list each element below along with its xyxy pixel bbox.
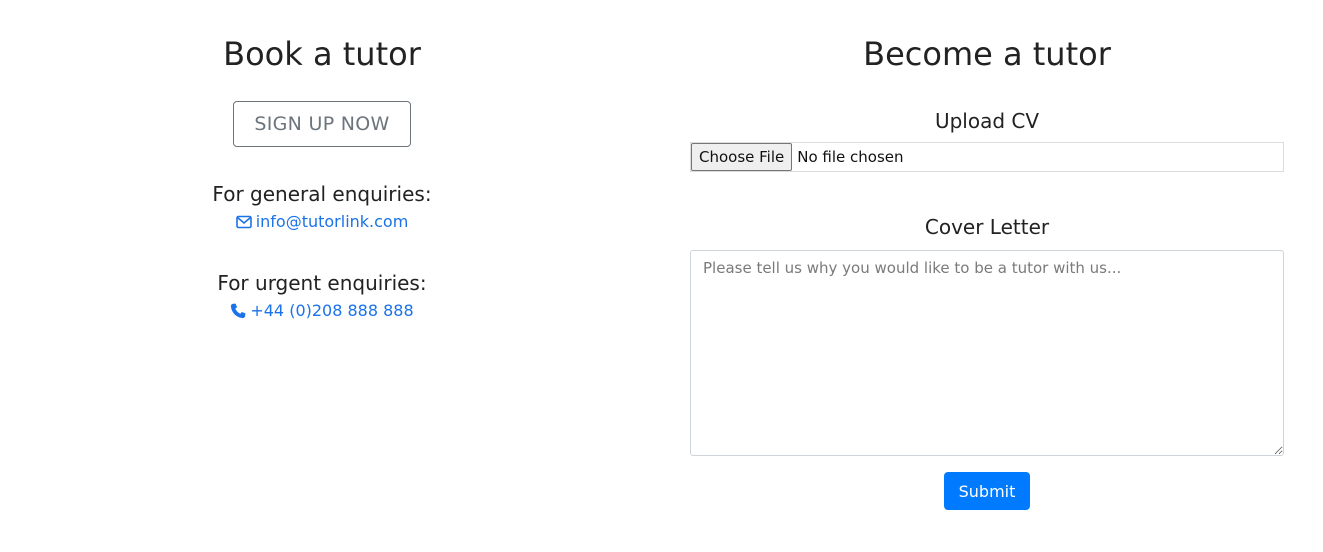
book-tutor-title: Book a tutor <box>223 35 421 73</box>
cover-letter-textarea[interactable] <box>690 250 1284 456</box>
phone-link[interactable]: +44 (0)208 888 888 <box>230 300 414 322</box>
choose-file-button[interactable]: Choose File <box>691 143 793 171</box>
urgent-enquiries-label: For urgent enquiries: <box>217 271 427 295</box>
sign-up-button[interactable]: SIGN UP NOW <box>233 101 411 147</box>
phone-number: +44 (0)208 888 888 <box>250 301 414 320</box>
phone-icon <box>230 303 246 319</box>
general-enquiries-label: For general enquiries: <box>212 182 432 206</box>
envelope-icon <box>235 215 252 229</box>
become-tutor-section: Become a tutor Upload CV Choose File No … <box>690 0 1284 510</box>
cover-letter-label: Cover Letter <box>924 215 1050 239</box>
email-address: info@tutorlink.com <box>255 212 409 231</box>
page: Book a tutor SIGN UP NOW For general enq… <box>0 0 1323 552</box>
upload-cv-label: Upload CV <box>934 109 1040 133</box>
email-link[interactable]: info@tutorlink.com <box>235 211 409 233</box>
submit-button[interactable]: Submit <box>944 472 1030 510</box>
file-status: No file chosen <box>797 148 904 166</box>
cv-file-input[interactable]: Choose File No file chosen <box>690 142 1284 172</box>
become-tutor-title: Become a tutor <box>863 35 1111 73</box>
book-tutor-section: Book a tutor SIGN UP NOW For general enq… <box>0 0 644 323</box>
